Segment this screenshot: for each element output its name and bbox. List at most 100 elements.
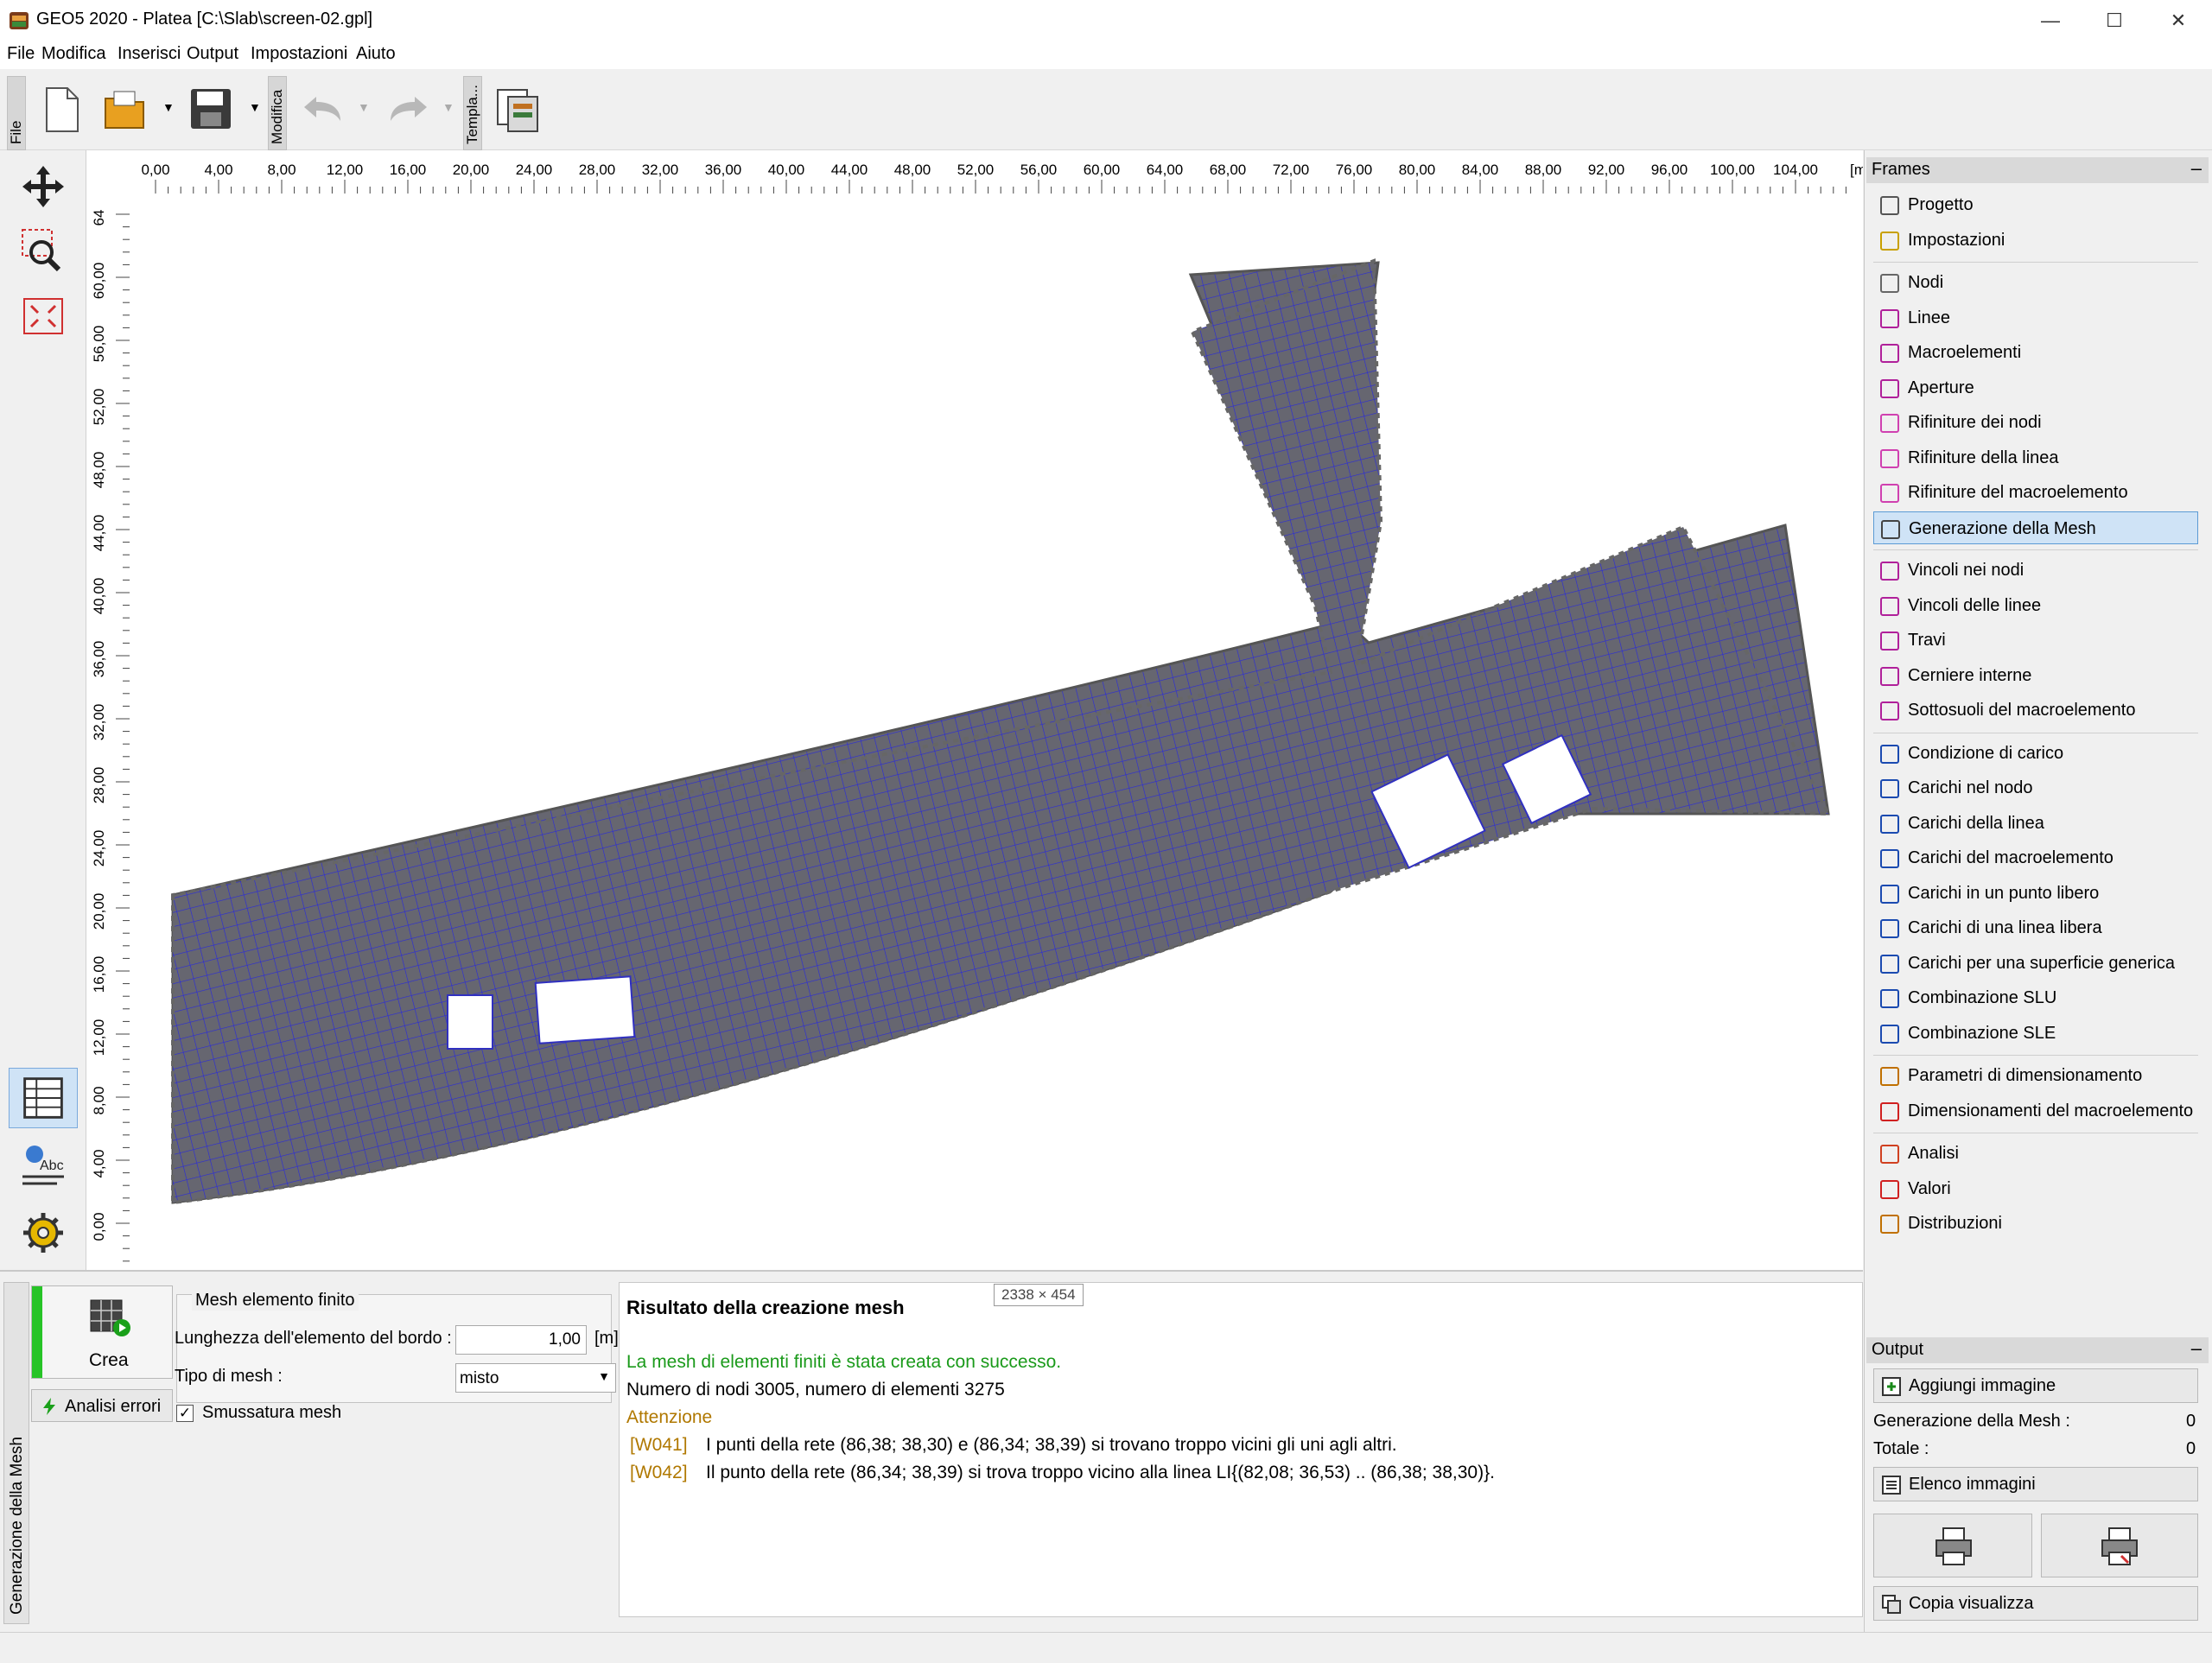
frame-item-rifiniture-del-macroelemento[interactable]: Rifiniture del macroelemento xyxy=(1873,476,2198,509)
undo-icon[interactable] xyxy=(301,92,346,126)
ruler-y-label: 28,00 xyxy=(91,767,107,804)
frame-item-combinazione-slu[interactable]: Combinazione SLU xyxy=(1873,981,2198,1014)
edge-length-input[interactable] xyxy=(455,1325,587,1355)
copy-view-button[interactable]: Copia visualizza xyxy=(1873,1586,2198,1621)
open-dropdown-icon[interactable]: ▼ xyxy=(162,100,175,114)
templates-icon[interactable] xyxy=(494,86,541,133)
frame-item-aperture[interactable]: Aperture xyxy=(1873,371,2198,404)
opening-2[interactable] xyxy=(534,975,636,1044)
smoothing-checkbox[interactable]: ✓ xyxy=(176,1405,194,1422)
frame-item-carichi-di-una-linea-libera[interactable]: Carichi di una linea libera xyxy=(1873,911,2198,944)
frame-item-rifiniture-della-linea[interactable]: Rifiniture della linea xyxy=(1873,441,2198,474)
mesh-type-select[interactable]: misto ▼ xyxy=(455,1363,616,1393)
file-group-tab[interactable]: File xyxy=(7,76,26,150)
ruler-x-label: 28,00 xyxy=(579,162,616,178)
zoom-extents-icon[interactable] xyxy=(9,290,78,346)
menu-bar: File Modifica Inserisci Output Impostazi… xyxy=(0,41,2212,69)
drawing-canvas[interactable]: 0,00 4,00 8,00 12,00 16,00 20,00 24,00 28,00 32,… xyxy=(86,150,1863,1270)
open-file-icon[interactable] xyxy=(102,86,150,133)
pan-move-icon[interactable] xyxy=(9,159,78,214)
print-preview-button[interactable] xyxy=(2041,1514,2198,1577)
warning-text-2: Il punto della rete (86,34; 38,39) si tr… xyxy=(706,1463,1495,1482)
frame-item-travi[interactable]: Travi xyxy=(1873,624,2198,657)
minimize-button[interactable]: — xyxy=(2018,0,2082,41)
frame-item-combinazione-sle[interactable]: Combinazione SLE xyxy=(1873,1017,2198,1050)
analisi-errori-button[interactable]: Analisi errori xyxy=(31,1389,173,1422)
frame-item-parametri-di-dimensionamento[interactable]: Parametri di dimensionamento xyxy=(1873,1059,2198,1092)
ruler-x-label: 100,00 xyxy=(1710,162,1755,178)
templates-group-tab[interactable]: Templa... xyxy=(463,76,482,150)
frame-item-label: Progetto xyxy=(1908,195,1974,214)
frame-item-label: Combinazione SLE xyxy=(1908,1023,2056,1043)
ruler-vertical: 64 60,00 56,00 52,00 48,00 44,00 40,00 36,00 32,… xyxy=(91,210,130,1262)
surface-loads-icon xyxy=(1880,954,1899,974)
svg-text:Abc: Abc xyxy=(40,1158,64,1173)
labels-style-icon[interactable]: Abc xyxy=(9,1135,78,1196)
close-button[interactable]: ✕ xyxy=(2146,0,2210,41)
frame-item-label: Distribuzioni xyxy=(1908,1214,2002,1233)
mesh-type-label: Tipo di mesh : xyxy=(175,1367,283,1386)
menu-inserisci[interactable]: Inserisci xyxy=(118,44,181,64)
output-total-label: Totale : xyxy=(1873,1439,1929,1458)
frame-item-vincoli-delle-linee[interactable]: Vincoli delle linee xyxy=(1873,589,2198,622)
save-dropdown-icon[interactable]: ▼ xyxy=(249,100,261,114)
frame-item-carichi-della-linea[interactable]: Carichi della linea xyxy=(1873,807,2198,840)
frame-item-rifiniture-dei-nodi[interactable]: Rifiniture dei nodi xyxy=(1873,406,2198,439)
menu-impostazioni[interactable]: Impostazioni xyxy=(251,44,347,64)
mesh-drawing[interactable]: 0,00 4,00 8,00 12,00 16,00 20,00 24,00 28,00 32,… xyxy=(86,150,1863,1270)
frame-item-nodi[interactable]: Nodi xyxy=(1873,266,2198,299)
maximize-button[interactable]: ☐ xyxy=(2082,0,2146,41)
frames-separator xyxy=(1873,262,2198,263)
table-view-icon[interactable] xyxy=(9,1068,78,1128)
frame-item-distribuzioni[interactable]: Distribuzioni xyxy=(1873,1207,2198,1240)
image-list-button[interactable]: Elenco immagini xyxy=(1873,1467,2198,1501)
redo-dropdown-icon[interactable]: ▼ xyxy=(442,100,454,114)
frame-item-linee[interactable]: Linee xyxy=(1873,301,2198,334)
output-collapse-button[interactable]: – xyxy=(2191,1337,2202,1360)
frame-item-generazione-della-mesh[interactable]: Generazione della Mesh xyxy=(1873,511,2198,544)
menu-output[interactable]: Output xyxy=(187,44,238,64)
frame-item-analisi[interactable]: Analisi xyxy=(1873,1137,2198,1170)
frame-item-cerniere-interne[interactable]: Cerniere interne xyxy=(1873,659,2198,692)
menu-aiuto[interactable]: Aiuto xyxy=(356,44,396,64)
frame-item-impostazioni[interactable]: Impostazioni xyxy=(1873,224,2198,257)
ruler-y-label: 16,00 xyxy=(91,956,107,993)
frame-item-carichi-del-macroelemento[interactable]: Carichi del macroelemento xyxy=(1873,841,2198,874)
frame-item-label: Analisi xyxy=(1908,1144,1959,1163)
crea-button[interactable]: Crea xyxy=(31,1285,173,1379)
frame-item-carichi-in-un-punto-libero[interactable]: Carichi in un punto libero xyxy=(1873,877,2198,910)
frame-item-valori[interactable]: Valori xyxy=(1873,1172,2198,1205)
frame-item-sottosuoli-del-macroelemento[interactable]: Sottosuoli del macroelemento xyxy=(1873,694,2198,727)
frame-item-label: Linee xyxy=(1908,308,1950,327)
status-bar xyxy=(0,1632,2212,1663)
frame-item-vincoli-nei-nodi[interactable]: Vincoli nei nodi xyxy=(1873,554,2198,587)
line-refinement-icon xyxy=(1880,448,1899,468)
ruler-y-label: 0,00 xyxy=(91,1212,107,1241)
zoom-window-icon[interactable] xyxy=(9,225,78,280)
frame-item-carichi-nel-nodo[interactable]: Carichi nel nodo xyxy=(1873,771,2198,804)
printer-icon xyxy=(1936,1527,1972,1565)
add-image-button[interactable]: Aggiungi immagine xyxy=(1873,1368,2198,1403)
frame-item-condizione-di-carico[interactable]: Condizione di carico xyxy=(1873,737,2198,770)
result-warning-header: Attenzione xyxy=(626,1407,713,1427)
frame-item-macroelementi[interactable]: Macroelementi xyxy=(1873,336,2198,369)
print-button[interactable] xyxy=(1873,1514,2032,1577)
mesh-generation-vertical-tab[interactable]: Generazione della Mesh xyxy=(3,1282,29,1624)
frame-item-carichi-per-una-superficie-generica[interactable]: Carichi per una superficie generica xyxy=(1873,947,2198,980)
frame-item-label: Rifiniture della linea xyxy=(1908,447,2059,467)
mesh-group-title: Mesh elemento finito xyxy=(192,1291,359,1311)
modifica-group-tab[interactable]: Modifica xyxy=(268,76,287,150)
save-icon[interactable] xyxy=(188,86,233,131)
menu-modifica[interactable]: Modifica xyxy=(41,44,105,64)
opening-1[interactable] xyxy=(447,994,493,1050)
node-supports-icon xyxy=(1880,562,1899,581)
redo-icon[interactable] xyxy=(385,92,430,126)
frame-item-dimensionamenti-del-macroelemento[interactable]: Dimensionamenti del macroelemento xyxy=(1873,1095,2198,1127)
frames-collapse-button[interactable]: – xyxy=(2191,157,2202,180)
undo-dropdown-icon[interactable]: ▼ xyxy=(358,100,370,114)
frame-item-label: Generazione della Mesh xyxy=(1909,518,2096,538)
new-file-icon[interactable] xyxy=(43,86,81,133)
settings-gear-icon[interactable] xyxy=(9,1203,78,1263)
frame-item-progetto[interactable]: Progetto xyxy=(1873,188,2198,221)
menu-file[interactable]: File xyxy=(7,44,35,64)
